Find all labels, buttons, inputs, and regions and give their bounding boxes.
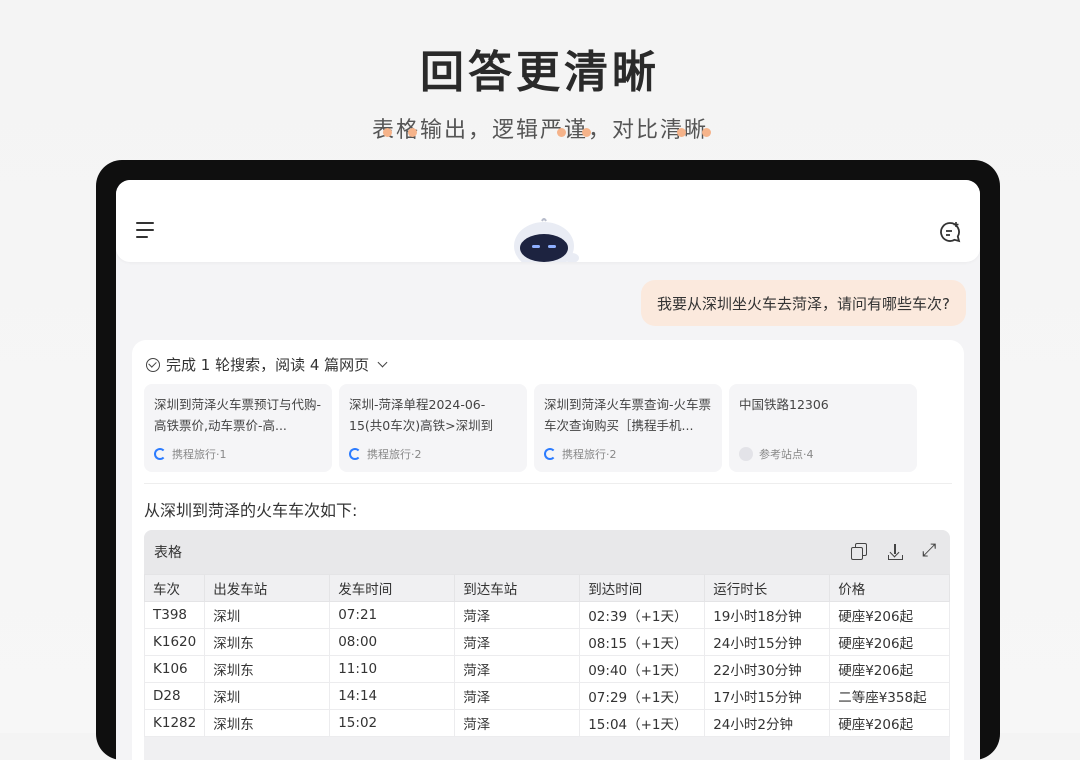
table-cell: 菏泽	[454, 655, 581, 683]
chevron-down-icon	[377, 357, 388, 368]
menu-icon[interactable]	[136, 222, 154, 238]
table-cell: 24小时2分钟	[704, 709, 831, 737]
table-cell: 硬座¥206起	[829, 601, 950, 629]
train-table-card: 表格 车次 出发车站 发车时间 到达车站 到达时间 运行时长	[144, 530, 950, 760]
table-cell: 17小时15分钟	[704, 682, 831, 710]
robot-mascot-icon	[514, 218, 579, 262]
source-card[interactable]: 深圳到菏泽火车票查询-火车票车次查询购买［携程手机... 携程旅行·2	[534, 384, 722, 472]
copy-icon[interactable]	[850, 543, 868, 561]
table-cell: 07:29（+1天）	[579, 682, 706, 710]
table-cell: 菏泽	[454, 601, 581, 629]
user-message-text: 我要从深圳坐火车去菏泽，请问有哪些车次?	[657, 294, 950, 313]
table-cell: 菏泽	[454, 628, 581, 656]
source-title: 深圳到菏泽火车票预订与代购-高铁票价,动车票价-高...	[154, 397, 322, 433]
table-row: T398 深圳 07:21 菏泽 02:39（+1天） 19小时18分钟 硬座¥…	[144, 601, 950, 629]
table-cell: K106	[144, 655, 206, 683]
train-table: 车次 出发车站 发车时间 到达车站 到达时间 运行时长 价格 T398 深圳 0…	[144, 574, 950, 737]
table-cell: 09:40（+1天）	[579, 655, 706, 683]
table-cell: D28	[144, 682, 206, 710]
table-cell: 19小时18分钟	[704, 601, 831, 629]
source-site: 携程旅行·2	[562, 448, 617, 461]
table-cell: 02:39（+1天）	[579, 601, 706, 629]
ctrip-icon	[544, 448, 556, 460]
column-header: 发车时间	[329, 574, 456, 602]
table-row: D28 深圳 14:14 菏泽 07:29（+1天） 17小时15分钟 二等座¥…	[144, 682, 950, 710]
column-header: 到达车站	[454, 574, 581, 602]
table-cell: 08:00	[329, 628, 456, 656]
source-title: 中国铁路12306	[739, 397, 829, 412]
table-cell: T398	[144, 601, 206, 629]
table-row: K106 深圳东 11:10 菏泽 09:40（+1天） 22小时30分钟 硬座…	[144, 655, 950, 683]
table-cell: K1282	[144, 709, 206, 737]
source-card[interactable]: 深圳-菏泽单程2024-06-15(共0车次)高铁>深圳到菏... 携程旅行·2	[339, 384, 527, 472]
table-cell: 硬座¥206起	[829, 709, 950, 737]
answer-intro: 从深圳到菏泽的火车车次如下:	[144, 501, 358, 520]
expand-icon[interactable]	[922, 540, 940, 561]
promo-title: 回答更清晰	[420, 47, 660, 98]
table-row: K1620 深圳东 08:00 菏泽 08:15（+1天） 24小时15分钟 硬…	[144, 628, 950, 656]
source-site: 携程旅行·2	[367, 448, 422, 461]
decorative-dots	[0, 128, 1080, 138]
reference-icon	[739, 447, 753, 461]
table-cell: 15:04（+1天）	[579, 709, 706, 737]
table-cell: 08:15（+1天）	[579, 628, 706, 656]
source-title: 深圳-菏泽单程2024-06-15(共0车次)高铁>深圳到菏...	[349, 397, 494, 433]
source-site: 参考站点·4	[759, 448, 814, 461]
table-cell: 07:21	[329, 601, 456, 629]
table-cell: 深圳东	[204, 628, 331, 656]
table-cell: 深圳东	[204, 709, 331, 737]
table-cell: 菏泽	[454, 682, 581, 710]
user-message-bubble: 我要从深圳坐火车去菏泽，请问有哪些车次?	[641, 280, 966, 326]
source-cards: 深圳到菏泽火车票预订与代购-高铁票价,动车票价-高... 携程旅行·1 深圳-菏…	[144, 384, 964, 474]
column-header: 价格	[829, 574, 950, 602]
table-label: 表格	[154, 545, 182, 561]
table-cell: 菏泽	[454, 709, 581, 737]
table-cell: 14:14	[329, 682, 456, 710]
table-toolbar: 表格	[144, 530, 950, 574]
table-cell: 硬座¥206起	[829, 628, 950, 656]
assistant-answer: 完成 1 轮搜索，阅读 4 篇网页 深圳到菏泽火车票预订与代购-高铁票价,动车票…	[132, 340, 964, 760]
column-header: 到达时间	[579, 574, 706, 602]
table-cell: 11:10	[329, 655, 456, 683]
column-header: 运行时长	[704, 574, 831, 602]
source-title: 深圳到菏泽火车票查询-火车票车次查询购买［携程手机...	[544, 397, 712, 433]
new-chat-icon[interactable]	[938, 220, 962, 244]
top-bar	[116, 180, 980, 262]
source-site: 携程旅行·1	[172, 448, 227, 461]
column-header: 车次	[144, 574, 206, 602]
tablet-frame: 我要从深圳坐火车去菏泽，请问有哪些车次? 完成 1 轮搜索，阅读 4 篇网页 深…	[96, 160, 1000, 760]
source-card[interactable]: 中国铁路12306 参考站点·4	[729, 384, 917, 472]
table-cell: 24小时15分钟	[704, 628, 831, 656]
table-cell: K1620	[144, 628, 206, 656]
table-cell: 二等座¥358起	[829, 682, 950, 710]
search-summary-toggle[interactable]: 完成 1 轮搜索，阅读 4 篇网页	[146, 354, 388, 375]
table-cell: 深圳东	[204, 655, 331, 683]
table-cell: 深圳	[204, 601, 331, 629]
check-circle-icon	[146, 357, 160, 372]
table-header-row: 车次 出发车站 发车时间 到达车站 到达时间 运行时长 价格	[144, 574, 950, 602]
table-cell: 硬座¥206起	[829, 655, 950, 683]
table-cell: 15:02	[329, 709, 456, 737]
divider	[144, 483, 952, 484]
source-card[interactable]: 深圳到菏泽火车票预订与代购-高铁票价,动车票价-高... 携程旅行·1	[144, 384, 332, 472]
table-cell: 深圳	[204, 682, 331, 710]
table-row: K1282 深圳东 15:02 菏泽 15:04（+1天） 24小时2分钟 硬座…	[144, 709, 950, 737]
app-screen: 我要从深圳坐火车去菏泽，请问有哪些车次? 完成 1 轮搜索，阅读 4 篇网页 深…	[116, 180, 980, 760]
table-cell: 22小时30分钟	[704, 655, 831, 683]
column-header: 出发车站	[204, 574, 331, 602]
search-summary-text: 完成 1 轮搜索，阅读 4 篇网页	[166, 356, 370, 374]
download-icon[interactable]	[886, 543, 904, 561]
ctrip-icon	[349, 448, 361, 460]
ctrip-icon	[154, 448, 166, 460]
